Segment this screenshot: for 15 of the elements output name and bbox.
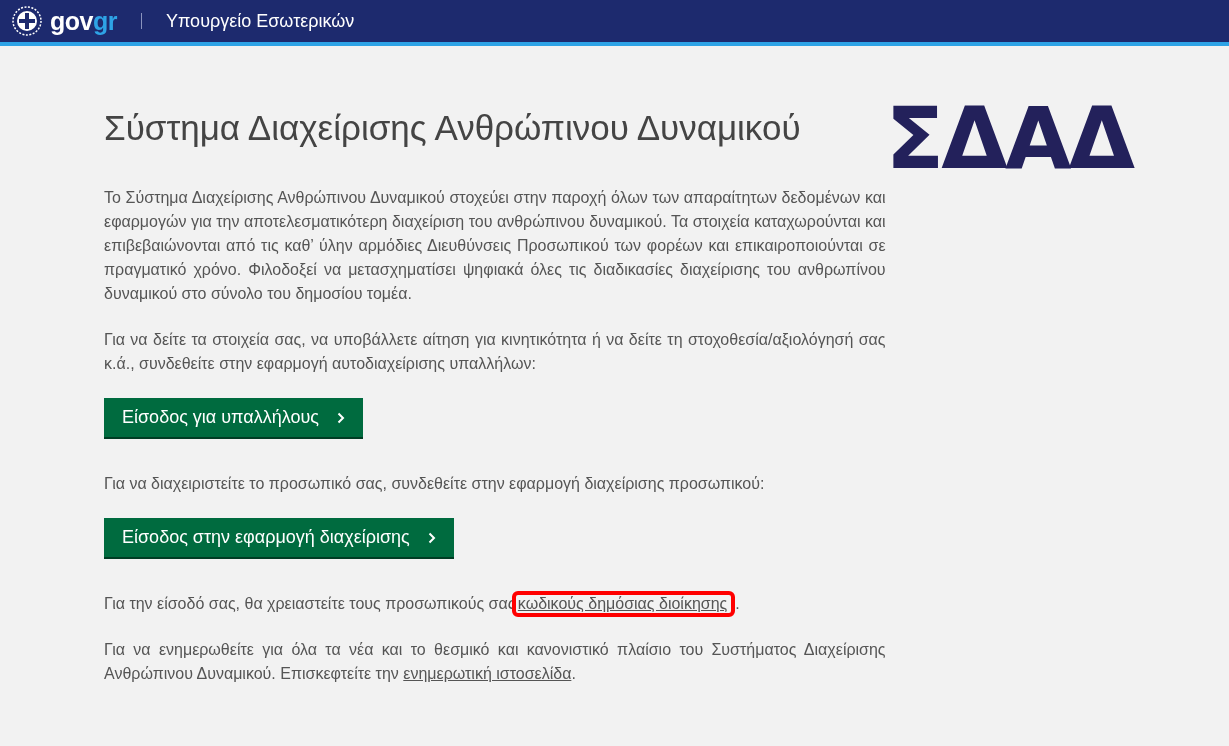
link[interactable]: ενημερωτική ιστοσελίδα	[403, 665, 572, 682]
page-title: Σύστημα Διαχείρισης Ανθρώπινου Δυναμικού	[104, 108, 802, 148]
govgr-logo[interactable]: govgr	[50, 6, 117, 36]
paragraph: Το Σύστημα Διαχείρισης Ανθρώπινου Δυναμικού στοχεύει στην παροχή όλων των απαραίτητων δεδομένων και εφαρμογών για την αποτελεσματικότερη διαχείριση του ανθρώπινου δυναμικού. Τα στοιχεία καταχωρούνται και επιβεβαιώνονται από τις καθ’ ύλην αρμόδιες Διευθύνσεις Προσωπικού των φορέων και επικαιροποιούνται σε πραγματικό χρόνο. Φιλοδοξεί να μετασχηματίσει ψηφιακά όλες τις διαδικασίες διαχείρισης του ανθρωπίνου δυναμικού στο σύνολο του δημοσίου τομέα.	[104, 188, 886, 304]
chevron-right-icon	[427, 531, 436, 544]
login-button[interactable]: Είσοδος για υπαλλήλους	[104, 398, 363, 439]
emblem-icon	[12, 6, 42, 36]
ministry-name: Υπουργείο Εσωτερικών	[165, 10, 355, 32]
paragraph: Για να δείτε τα στοιχεία σας, να υποβάλλετε αίτηση για κινητικότητα ή να δείτε τη στοχοθεσία/αξιολόγησή σας κ.ά., συνδεθείτε στην εφαρμογή αυτοδιαχείρισης υπαλλήλων:	[104, 330, 886, 374]
sdad-logo: ΣΔΑΔ	[885, 88, 1132, 188]
login-button[interactable]: Είσοδος στην εφαρμογή διαχείρισης	[104, 518, 454, 559]
link[interactable]: κωδικούς δημόσιας διοίκησης	[517, 595, 728, 612]
paragraph: Για να διαχειριστείτε το προσωπικό σας, συνδεθείτε στην εφαρμογή διαχείρισης προσωπικού:	[104, 474, 766, 494]
chevron-right-icon	[336, 411, 345, 424]
paragraph: Για να ενημερωθείτε για όλα τα νέα και το θεσμικό και κανονιστικό πλαίσιο του Συστήματος Διαχείρισης Ανθρώπινου Δυναμικού. Επισκεφτείτε την ενημερωτική ιστοσελίδα.	[104, 640, 886, 684]
